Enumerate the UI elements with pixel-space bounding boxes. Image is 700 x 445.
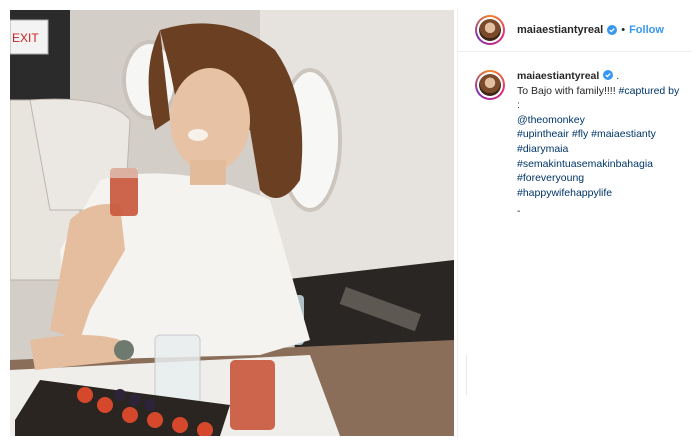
hashtags-line-2[interactable]: #upintheair #fly #maiaestianty [517,128,656,140]
panel-divider [466,355,468,395]
post-sidebar: maiaestiantyreal • Follow maiaestiantyre… [457,8,692,438]
follow-button[interactable]: Follow [629,24,664,36]
caption-body: maiaestiantyreal . To Bajo with family!!… [517,69,682,219]
hashtags-line-5[interactable]: #foreveryoung #happywifehappylife [517,172,612,199]
exit-sign-text: EXIT [12,31,39,45]
header-username[interactable]: maiaestiantyreal [517,24,603,36]
post-photo[interactable]: EXIT [10,10,454,436]
caption-text: To Bajo with family!!!! [517,84,619,97]
caption-username[interactable]: maiaestiantyreal [517,70,599,82]
caption-comment: maiaestiantyreal . To Bajo with family!!… [458,52,692,219]
mention-theomonkey[interactable]: @theomonkey [517,114,585,126]
post-header: maiaestiantyreal • Follow [458,8,692,52]
instagram-post-embed: EXIT maiaestiantyreal • Follow maiaestia… [8,8,692,438]
separator-dot: • [621,23,626,36]
caption-trailer: - [517,205,521,218]
avatar[interactable] [475,14,505,45]
caption-avatar[interactable] [475,70,505,100]
hashtag-semakintuasemakinbahagia[interactable]: #semakintuasemakinbahagia [517,158,653,170]
post-photo-illustration: EXIT [10,10,454,436]
verified-badge-icon [607,24,618,35]
caption-period: . [613,70,620,82]
caption-verified-icon [603,70,614,80]
hashtag-diarymaia[interactable]: #diarymaia [517,143,568,155]
